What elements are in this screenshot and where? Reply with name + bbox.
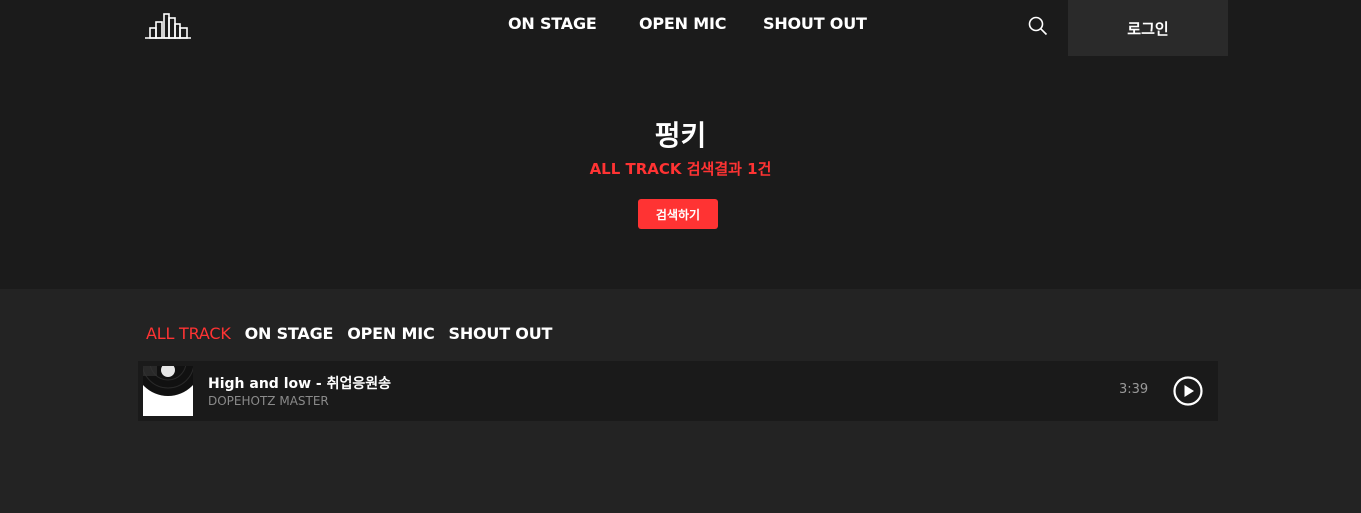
tab-open-mic[interactable]: OPEN MIC bbox=[347, 324, 434, 343]
search-keyword-title: 펑키 bbox=[654, 119, 707, 152]
search-result-count: ALL TRACK 검색결과 1건 bbox=[589, 160, 772, 178]
search-button[interactable]: 검색하기 bbox=[638, 199, 718, 229]
search-icon[interactable] bbox=[1027, 15, 1049, 37]
album-art bbox=[143, 366, 193, 416]
login-button[interactable]: 로그인 bbox=[1068, 0, 1228, 56]
category-tabs: ALL TRACK ON STAGE OPEN MIC SHOUT OUT bbox=[146, 324, 552, 343]
track-row[interactable]: High and low - 취업응원송 DOPEHOTZ MASTER 3:3… bbox=[138, 361, 1218, 421]
city-skyline-logo[interactable] bbox=[144, 12, 192, 40]
tab-all-track[interactable]: ALL TRACK bbox=[146, 324, 231, 343]
tab-on-stage[interactable]: ON STAGE bbox=[245, 324, 334, 343]
track-duration: 3:39 bbox=[1119, 382, 1149, 397]
hero-section: ON STAGE OPEN MIC SHOUT OUT 로그인 펑키 ALL T… bbox=[0, 0, 1361, 289]
nav-open-mic[interactable]: OPEN MIC bbox=[639, 14, 726, 33]
track-artist[interactable]: DOPEHOTZ MASTER bbox=[208, 394, 329, 408]
nav-on-stage[interactable]: ON STAGE bbox=[508, 14, 597, 33]
nav-shout-out[interactable]: SHOUT OUT bbox=[763, 14, 867, 33]
play-circle-icon[interactable] bbox=[1172, 375, 1204, 407]
tab-shout-out[interactable]: SHOUT OUT bbox=[449, 324, 553, 343]
site-header: ON STAGE OPEN MIC SHOUT OUT 로그인 bbox=[0, 0, 1361, 56]
track-title[interactable]: High and low - 취업응원송 bbox=[208, 373, 391, 393]
